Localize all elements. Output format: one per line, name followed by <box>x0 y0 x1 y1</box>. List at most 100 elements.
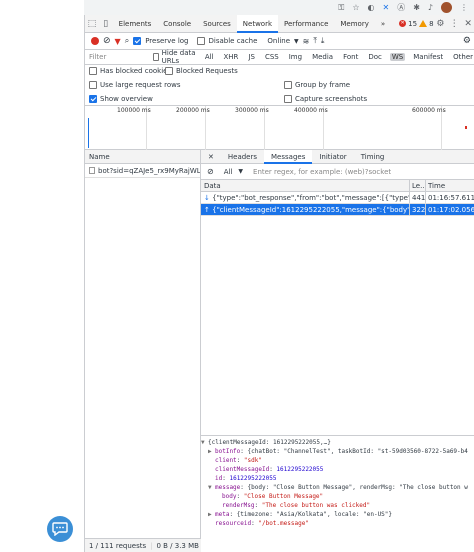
large-rows-option[interactable]: Use large request rows <box>89 81 180 89</box>
extension-x-icon[interactable]: ✕ <box>382 3 389 12</box>
device-toolbar-icon[interactable]: ▯ <box>99 15 113 33</box>
show-overview-option[interactable]: Show overview <box>89 95 153 103</box>
name-column-header[interactable]: Name <box>85 150 200 164</box>
disable-cache-checkbox[interactable] <box>196 37 205 45</box>
filter-type-img[interactable]: Img <box>287 53 304 61</box>
chat-launcher-button[interactable] <box>47 516 73 542</box>
blocked-requests-option[interactable]: Blocked Requests <box>165 67 238 75</box>
disable-cache-label: Disable cache <box>208 37 258 45</box>
json-value: 1612295222055 <box>229 475 277 482</box>
json-line-message[interactable]: ▼ message: {body: "Close Button Message",… <box>201 483 474 492</box>
message-type-select[interactable]: All <box>224 168 233 176</box>
filter-type-xhr[interactable]: XHR <box>222 53 241 61</box>
settings-icon[interactable]: ⚙ <box>463 36 471 46</box>
network-conditions-icon[interactable]: ≋ <box>303 37 310 46</box>
tab-memory[interactable]: Memory <box>334 15 374 33</box>
translate-icon[interactable]: Ⓐ <box>397 2 405 13</box>
overview-timeline[interactable]: 100000 ms 200000 ms 300000 ms 400000 ms … <box>85 106 474 150</box>
avatar[interactable] <box>441 2 452 13</box>
filter-type-css[interactable]: CSS <box>263 53 281 61</box>
issues-counter[interactable]: ✕ 15 8 <box>399 20 434 28</box>
has-blocked-cookies-option[interactable]: Has blocked cookies <box>89 67 171 75</box>
hide-data-urls-label: Hide data URLs <box>161 49 196 65</box>
menu-icon[interactable]: ⋮ <box>460 3 468 12</box>
show-overview-checkbox[interactable] <box>89 95 97 103</box>
tab-elements[interactable]: Elements <box>113 15 158 33</box>
json-value: "Close Button Message" <box>243 493 324 500</box>
gear-icon[interactable]: ⚙ <box>434 15 448 33</box>
filter-input[interactable]: Filter <box>89 51 147 63</box>
filter-type-all[interactable]: All <box>203 53 216 61</box>
filter-type-font[interactable]: Font <box>341 53 360 61</box>
message-filter-input[interactable]: Enter regex, for example: (web)?socket <box>253 168 391 176</box>
more-tabs-button[interactable]: » <box>375 15 391 33</box>
blocked-requests-label: Blocked Requests <box>176 67 238 75</box>
record-icon[interactable] <box>91 37 99 45</box>
json-line-id: id: 1612295222055 <box>215 475 277 482</box>
json-value: "sdk" <box>243 457 262 464</box>
tab-sources[interactable]: Sources <box>197 15 237 33</box>
filter-type-ws[interactable]: WS <box>389 53 406 61</box>
star-icon[interactable]: ☆ <box>352 3 359 12</box>
filter-type-js[interactable]: JS <box>246 53 257 61</box>
message-data: ↓ {"type":"bot_response","from":"bot","m… <box>201 192 409 203</box>
has-blocked-cookies-checkbox[interactable] <box>89 67 97 75</box>
transfer-size: 0 B / 3.3 MB trans <box>156 541 201 550</box>
preserve-log-checkbox[interactable] <box>133 37 142 45</box>
message-row[interactable]: ↓ {"type":"bot_response","from":"bot","m… <box>201 192 474 204</box>
large-rows-checkbox[interactable] <box>89 81 97 89</box>
time-column-header[interactable]: Time <box>425 180 474 191</box>
clear-icon[interactable]: ⊘ <box>103 36 111 46</box>
blocked-requests-checkbox[interactable] <box>165 67 173 75</box>
web-page-area <box>0 0 84 552</box>
tab-performance[interactable]: Performance <box>278 15 334 33</box>
throttling-select[interactable]: Online <box>267 37 290 45</box>
filter-type-doc[interactable]: Doc <box>366 53 384 61</box>
clear-messages-icon[interactable]: ⊘ <box>207 167 214 176</box>
filter-type-other[interactable]: Other <box>451 53 474 61</box>
data-column-header[interactable]: Data <box>201 180 409 191</box>
json-root[interactable]: ▼ {clientMessageId: 1612295222055,…} <box>201 438 474 447</box>
close-detail-icon[interactable]: ✕ <box>201 150 221 164</box>
json-value: "/bot.message" <box>258 520 309 527</box>
json-key: botInfo <box>215 448 241 455</box>
message-row-selected[interactable]: ↑ {"clientMessageId":1612295222055,"mess… <box>201 204 474 216</box>
group-by-frame-option[interactable]: Group by frame <box>284 81 350 89</box>
error-icon: ✕ <box>399 20 407 27</box>
key-icon[interactable]: ⚿ <box>338 3 344 13</box>
tab-timing[interactable]: Timing <box>354 150 392 164</box>
browser-toolbar: ⚿ ☆ ◐ ✕ Ⓐ ✱ ♪ ⋮ <box>84 0 474 15</box>
inspect-icon[interactable]: ⬚ <box>85 15 99 33</box>
filter-type-media[interactable]: Media <box>310 53 335 61</box>
tab-headers[interactable]: Headers <box>221 150 264 164</box>
kebab-menu-icon[interactable]: ⋮ <box>447 15 461 33</box>
received-arrow-icon: ↓ <box>204 194 210 202</box>
filter-type-manifest[interactable]: Manifest <box>411 53 445 61</box>
group-by-frame-checkbox[interactable] <box>284 81 292 89</box>
filter-icon[interactable]: ▼ <box>115 37 121 46</box>
hide-data-urls-checkbox[interactable] <box>152 53 159 61</box>
preserve-log-label: Preserve log <box>145 37 189 45</box>
json-line-meta[interactable]: ▶ meta: {timezone: "Asia/Kolkata", locale… <box>201 510 474 519</box>
json-line-botinfo[interactable]: ▶ botInfo: {chatBot: "ChannelTest", taskB… <box>201 447 474 456</box>
length-column-header[interactable]: Le... <box>409 180 425 191</box>
capture-screenshots-checkbox[interactable] <box>284 95 292 103</box>
capture-screenshots-option[interactable]: Capture screenshots <box>284 95 367 103</box>
expand-right-icon: ▶ <box>208 511 212 518</box>
search-icon[interactable]: ⌕ <box>125 36 129 46</box>
export-har-icon[interactable]: ⤓ <box>321 36 325 46</box>
close-icon[interactable]: ✕ <box>461 15 474 33</box>
expand-down-icon: ▼ <box>201 439 205 446</box>
import-har-icon[interactable]: ⤒ <box>313 36 317 46</box>
tab-messages[interactable]: Messages <box>264 149 313 164</box>
message-time: 01:16:57.611 <box>425 192 474 203</box>
media-icon[interactable]: ♪ <box>428 3 433 12</box>
puzzle-icon[interactable]: ✱ <box>413 3 420 12</box>
tab-console[interactable]: Console <box>157 15 197 33</box>
request-row[interactable]: bot?sid=qZAJe5_rx9MyRajWLc5... <box>85 164 200 178</box>
message-length: 441 <box>409 192 425 203</box>
tab-network[interactable]: Network <box>236 14 279 33</box>
message-text: {"type":"bot_response","from":"bot","mes… <box>212 194 409 202</box>
tab-initiator[interactable]: Initiator <box>312 150 353 164</box>
extension-icon[interactable]: ◐ <box>368 3 375 12</box>
